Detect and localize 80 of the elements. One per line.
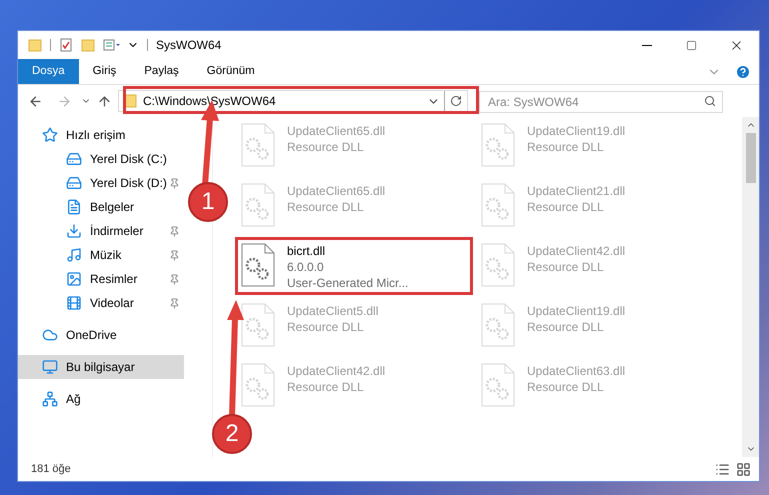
nav-item[interactable]: Yerel Disk (D:): [18, 171, 184, 195]
document-icon: [66, 199, 82, 215]
ribbon-tab[interactable]: Görünüm: [192, 59, 269, 84]
folder-icon: [28, 38, 42, 52]
item-count: 181 öğe: [31, 462, 71, 477]
file-name: UpdateClient65.dll: [287, 183, 386, 199]
address-path: C:\Windows\SysWOW64: [143, 93, 276, 110]
pin-icon: [169, 178, 180, 188]
nav-item[interactable]: İndirmeler: [18, 219, 184, 243]
file-detail: 6.0.0.0: [287, 259, 325, 275]
file-detail: Resource DLL: [287, 319, 365, 335]
music-note-icon: [66, 247, 82, 263]
nav-label: İndirmeler: [90, 223, 144, 240]
highlighted-file-item[interactable]: bicrt.dll 6.0.0.0 User-Generated Micr...: [241, 243, 467, 289]
file-name: UpdateClient19.dll: [527, 123, 626, 139]
drive-icon: [66, 175, 82, 191]
nav-item[interactable]: Resimler: [18, 267, 184, 291]
minimize-icon: [642, 44, 652, 46]
file-name: UpdateClient42.dll: [527, 243, 626, 259]
window-title: SysWOW64: [156, 37, 222, 54]
nav-item[interactable]: Yerel Disk (C:): [18, 147, 184, 171]
nav-label: Yerel Disk (C:): [90, 151, 167, 168]
download-icon: [66, 223, 82, 239]
file-detail: Resource DLL: [527, 319, 605, 335]
file-name: UpdateClient5.dll: [287, 303, 378, 319]
nav-item[interactable]: Hızlı erişim: [18, 123, 184, 147]
nav-item[interactable]: Bu bilgisayar: [18, 355, 184, 379]
nav-label: OneDrive: [66, 327, 117, 344]
file-name: UpdateClient21.dll: [527, 183, 626, 199]
nav-label: Müzik: [90, 247, 122, 264]
pin-icon: [169, 250, 180, 260]
scroll-thumb[interactable]: [746, 133, 756, 183]
file-name: UpdateClient42.dll: [287, 363, 386, 379]
nav-item[interactable]: Belgeler: [18, 195, 184, 219]
file-name: UpdateClient65.dll: [287, 123, 386, 139]
nav-label: Yerel Disk (D:): [90, 175, 167, 192]
nav-label: Bu bilgisayar: [66, 359, 135, 376]
pin-icon: [169, 298, 180, 308]
ribbon-tab[interactable]: Giriş: [78, 59, 130, 84]
ribbon-tab[interactable]: Dosya: [18, 59, 79, 84]
nav-label: Videolar: [90, 295, 134, 312]
nav-label: Resimler: [90, 271, 138, 288]
film-icon: [66, 295, 82, 311]
nav-label: Belgeler: [90, 199, 134, 216]
file-detail: Resource DLL: [527, 199, 605, 215]
file-name: UpdateClient19.dll: [527, 303, 626, 319]
nav-label: Hızlı erişim: [66, 127, 126, 144]
nav-item[interactable]: Ağ: [18, 387, 184, 411]
details-view-icon[interactable]: [715, 462, 730, 476]
ribbon-tab[interactable]: Paylaş: [130, 59, 193, 84]
nav-label: Ağ: [66, 391, 81, 408]
cloud-icon: [42, 327, 58, 343]
pin-icon: [169, 226, 180, 236]
scrollbar[interactable]: [742, 117, 759, 457]
file-detail: Resource DLL: [527, 379, 605, 395]
maximize-icon: [686, 40, 697, 50]
file-description: User-Generated Micr...: [287, 275, 408, 291]
monitor-icon: [42, 359, 58, 375]
file-name: UpdateClient63.dll: [527, 363, 626, 379]
file-detail: Resource DLL: [287, 199, 365, 215]
search-icon[interactable]: [704, 95, 716, 107]
star-icon: [42, 127, 58, 143]
network-icon: [42, 391, 58, 407]
drive-icon: [66, 151, 82, 167]
file-detail: Resource DLL: [527, 139, 605, 155]
properties-icon[interactable]: [103, 38, 121, 52]
help-icon[interactable]: [735, 64, 751, 80]
nav-item[interactable]: Videolar: [18, 291, 184, 315]
refresh-icon[interactable]: [450, 95, 462, 107]
large-icons-view-icon[interactable]: [736, 462, 751, 476]
nav-item[interactable]: OneDrive: [18, 323, 184, 347]
checklist-icon[interactable]: [59, 38, 73, 52]
pin-icon: [169, 274, 180, 284]
search-field[interactable]: Ara: SysWOW64: [479, 91, 723, 113]
nav-item[interactable]: Müzik: [18, 243, 184, 267]
file-detail: Resource DLL: [287, 139, 365, 155]
picture-icon: [66, 271, 82, 287]
file-detail: Resource DLL: [527, 259, 605, 275]
file-detail: Resource DLL: [287, 379, 365, 395]
file-name: bicrt.dll: [287, 243, 326, 259]
